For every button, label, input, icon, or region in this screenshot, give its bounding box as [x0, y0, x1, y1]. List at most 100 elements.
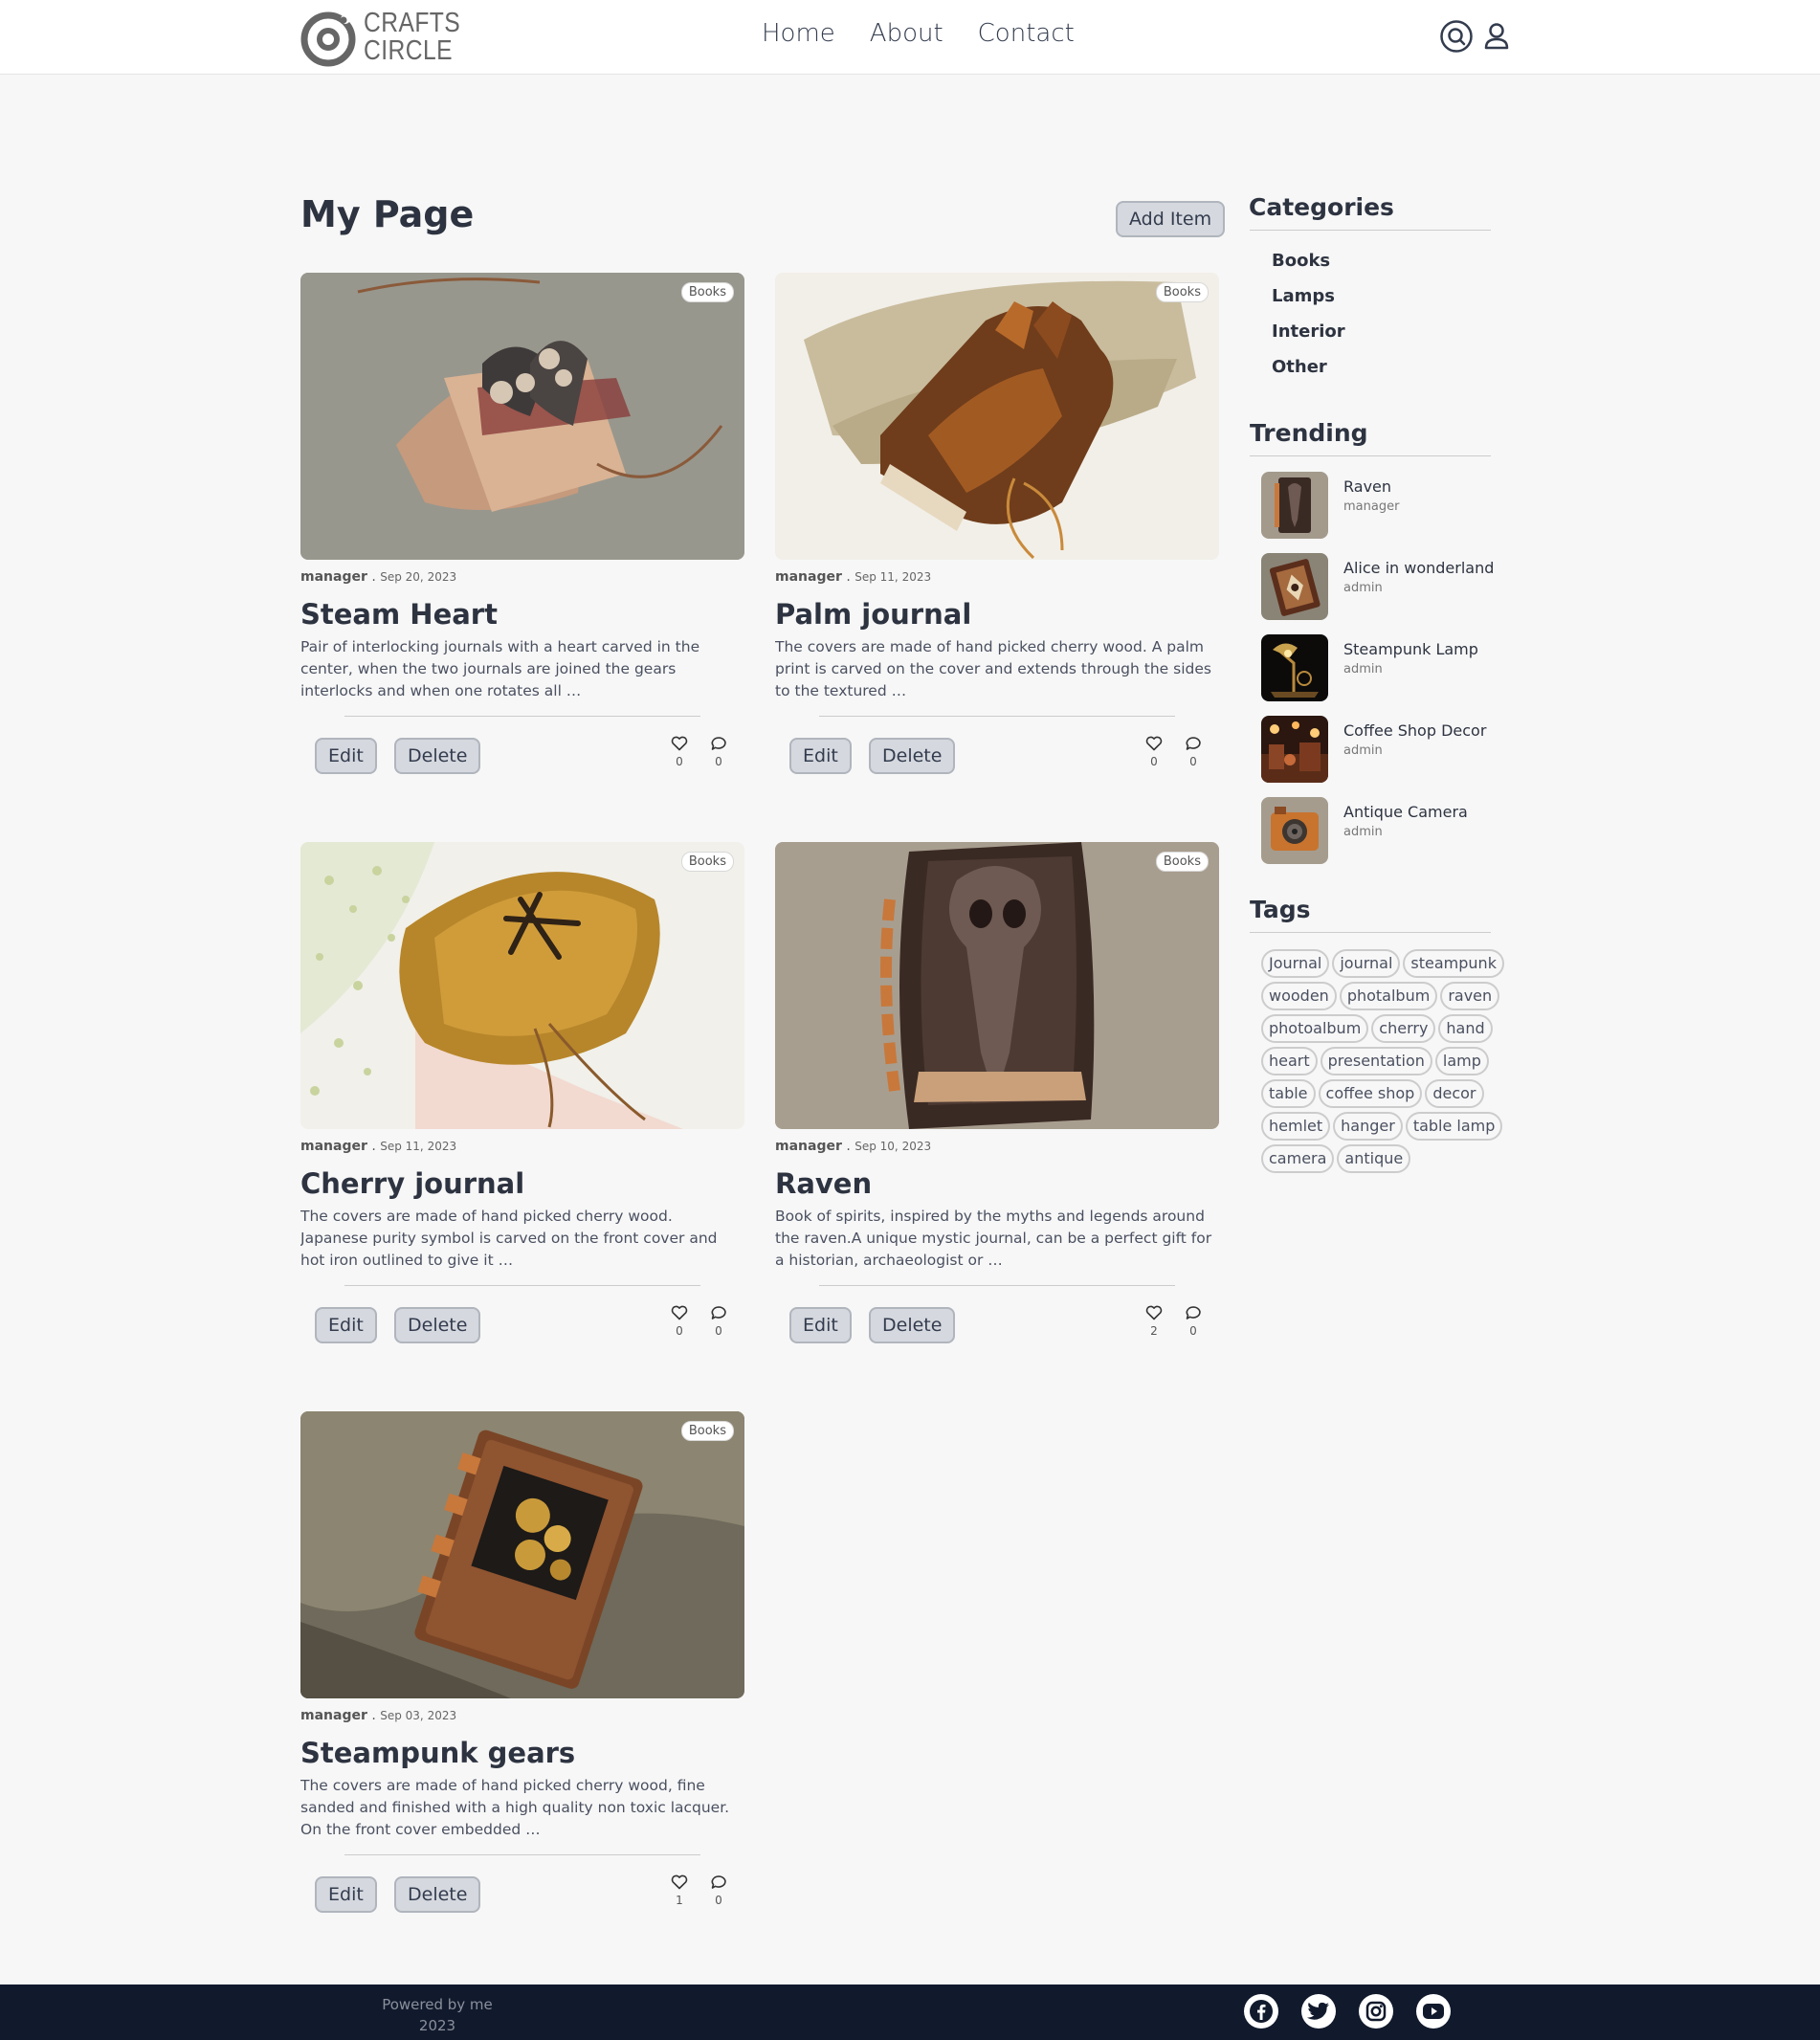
tag-chip[interactable]: raven — [1440, 982, 1500, 1010]
trending-thumbnail[interactable] — [1261, 553, 1328, 620]
tag-chip[interactable]: journal — [1332, 949, 1401, 978]
tag-chip[interactable]: Journal — [1261, 949, 1330, 978]
edit-button[interactable]: Edit — [315, 1307, 377, 1343]
add-item-button[interactable]: Add Item — [1116, 201, 1226, 237]
tags-divider — [1250, 932, 1491, 933]
trending-thumbnail[interactable] — [1261, 634, 1328, 701]
twitter-icon[interactable] — [1301, 1994, 1336, 2029]
tag-chip[interactable]: photalbum — [1339, 982, 1438, 1010]
card-image[interactable]: Books — [300, 1411, 744, 1698]
tag-chip[interactable]: hand — [1438, 1014, 1493, 1043]
card-title[interactable]: Cherry journal — [300, 1167, 744, 1200]
tag-chip[interactable]: hemlet — [1261, 1112, 1331, 1141]
search-icon[interactable] — [1439, 19, 1474, 54]
tag-chip[interactable]: antique — [1337, 1144, 1411, 1173]
trending-item[interactable]: Antique Camera admin — [1261, 797, 1510, 864]
tag-chip[interactable]: lamp — [1434, 1047, 1489, 1075]
delete-button[interactable]: Delete — [394, 1307, 481, 1343]
facebook-icon[interactable] — [1244, 1994, 1278, 2029]
site-logo[interactable]: CRAFTS CIRCLE — [299, 8, 477, 67]
logo-line-1: CRAFTS — [364, 8, 461, 38]
trending-author: admin — [1343, 581, 1383, 595]
tag-chip[interactable]: hanger — [1333, 1112, 1403, 1141]
tag-chip[interactable]: presentation — [1320, 1047, 1432, 1075]
instagram-icon[interactable] — [1359, 1994, 1393, 2029]
like-stat[interactable]: 0 — [668, 1305, 691, 1338]
youtube-icon[interactable] — [1416, 1994, 1451, 2029]
edit-button[interactable]: Edit — [789, 738, 852, 774]
category-badge[interactable]: Books — [680, 852, 734, 872]
card-author[interactable]: manager — [300, 1139, 367, 1154]
trending-item[interactable]: Coffee Shop Decor admin — [1261, 716, 1510, 783]
nav-about[interactable]: About — [870, 19, 943, 48]
card-title[interactable]: Steam Heart — [300, 598, 744, 631]
card-image[interactable]: Books — [775, 842, 1219, 1129]
tag-chip[interactable]: table — [1261, 1079, 1316, 1108]
edit-button[interactable]: Edit — [315, 1876, 377, 1913]
trending-item[interactable]: Steampunk Lamp admin — [1261, 634, 1510, 701]
category-badge[interactable]: Books — [680, 1421, 734, 1441]
user-icon[interactable] — [1483, 21, 1510, 52]
like-stat[interactable]: 0 — [1143, 736, 1165, 768]
category-link-interior[interactable]: Interior — [1272, 322, 1345, 357]
category-link-lamps[interactable]: Lamps — [1272, 286, 1345, 322]
trending-name[interactable]: Alice in wonderland — [1343, 559, 1494, 577]
logo-text: CRAFTS CIRCLE — [364, 10, 460, 65]
tag-chip[interactable]: photoalbum — [1261, 1014, 1369, 1043]
nav-home[interactable]: Home — [762, 19, 835, 48]
trending-name[interactable]: Antique Camera — [1343, 803, 1468, 821]
like-stat[interactable]: 2 — [1143, 1305, 1165, 1338]
trending-name[interactable]: Steampunk Lamp — [1343, 640, 1478, 658]
tags-heading: Tags — [1250, 896, 1311, 923]
comment-stat[interactable]: 0 — [1182, 736, 1205, 768]
tag-chip[interactable]: table lamp — [1405, 1112, 1503, 1141]
nav-contact[interactable]: Contact — [978, 19, 1075, 48]
card-actions: Edit Delete 0 0 — [775, 717, 1219, 786]
tag-chip[interactable]: decor — [1425, 1079, 1484, 1108]
card-title[interactable]: Steampunk gears — [300, 1737, 744, 1769]
trending-thumbnail[interactable] — [1261, 797, 1328, 864]
card-description: Book of spirits, inspired by the myths a… — [775, 1208, 1212, 1269]
comment-stat[interactable]: 0 — [707, 1874, 730, 1907]
comment-stat[interactable]: 0 — [707, 736, 730, 768]
card-title[interactable]: Raven — [775, 1167, 1219, 1200]
edit-button[interactable]: Edit — [315, 738, 377, 774]
card-title[interactable]: Palm journal — [775, 598, 1219, 631]
categories-divider — [1250, 230, 1491, 231]
card-author[interactable]: manager — [775, 1139, 842, 1154]
tag-chip[interactable]: camera — [1261, 1144, 1335, 1173]
card-author[interactable]: manager — [300, 1708, 367, 1723]
card-date: Sep 03, 2023 — [380, 1709, 457, 1722]
comment-stat[interactable]: 0 — [1182, 1305, 1205, 1338]
like-stat[interactable]: 1 — [668, 1874, 691, 1907]
trending-name[interactable]: Coffee Shop Decor — [1343, 721, 1486, 740]
category-badge[interactable]: Books — [1155, 282, 1209, 302]
trending-author: manager — [1343, 499, 1400, 514]
trending-item[interactable]: Alice in wonderland admin — [1261, 553, 1510, 620]
trending-thumbnail[interactable] — [1261, 716, 1328, 783]
card-author[interactable]: manager — [775, 569, 842, 585]
delete-button[interactable]: Delete — [869, 1307, 956, 1343]
card-author[interactable]: manager — [300, 569, 367, 585]
tag-chip[interactable]: coffee shop — [1318, 1079, 1423, 1108]
comment-stat[interactable]: 0 — [707, 1305, 730, 1338]
category-badge[interactable]: Books — [680, 282, 734, 302]
like-stat[interactable]: 0 — [668, 736, 691, 768]
trending-item[interactable]: Raven manager — [1261, 472, 1510, 539]
category-badge[interactable]: Books — [1155, 852, 1209, 872]
card-image[interactable]: Books — [775, 273, 1219, 560]
category-link-books[interactable]: Books — [1272, 251, 1345, 286]
tag-chip[interactable]: cherry — [1371, 1014, 1436, 1043]
tag-chip[interactable]: steampunk — [1403, 949, 1504, 978]
trending-thumbnail[interactable] — [1261, 472, 1328, 539]
trending-name[interactable]: Raven — [1343, 477, 1391, 496]
tag-chip[interactable]: heart — [1261, 1047, 1318, 1075]
tag-chip[interactable]: wooden — [1261, 982, 1337, 1010]
category-link-other[interactable]: Other — [1272, 357, 1345, 392]
edit-button[interactable]: Edit — [789, 1307, 852, 1343]
delete-button[interactable]: Delete — [394, 1876, 481, 1913]
card-image[interactable]: Books — [300, 273, 744, 560]
delete-button[interactable]: Delete — [869, 738, 956, 774]
delete-button[interactable]: Delete — [394, 738, 481, 774]
card-image[interactable]: Books — [300, 842, 744, 1129]
